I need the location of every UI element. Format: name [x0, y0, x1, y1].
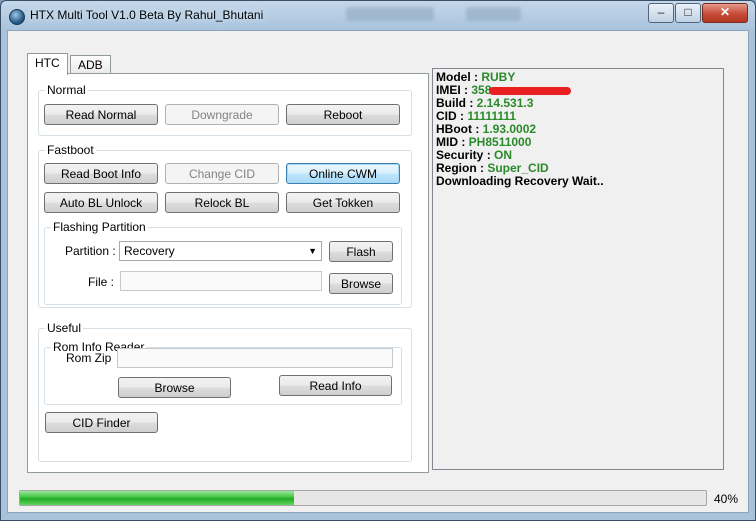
title-bar[interactable]: HTX Multi Tool V1.0 Beta By Rahul_Bhutan…	[1, 1, 755, 31]
auto-bl-unlock-button[interactable]: Auto BL Unlock	[44, 192, 158, 213]
close-button[interactable]: ✕	[702, 3, 748, 23]
change-cid-button[interactable]: Change CID	[165, 163, 279, 184]
tab-htc[interactable]: HTC	[27, 53, 68, 75]
online-cwm-button[interactable]: Online CWM	[286, 163, 400, 184]
dropdown-arrow-icon: ▼	[308, 246, 317, 256]
progress-bar-fill	[20, 491, 295, 505]
read-boot-info-button[interactable]: Read Boot Info	[44, 163, 158, 184]
file-label: File :	[88, 275, 115, 289]
app-icon	[9, 9, 25, 25]
rom-zip-label: Rom Zip	[66, 351, 112, 365]
window-title: HTX Multi Tool V1.0 Beta By Rahul_Bhutan…	[30, 8, 264, 22]
cid-finder-button[interactable]: CID Finder	[45, 412, 158, 433]
rom-zip-input[interactable]	[117, 348, 393, 368]
read-normal-button[interactable]: Read Normal	[44, 104, 158, 125]
partition-label: Partition :	[65, 244, 116, 258]
flashing-partition-title: Flashing Partition	[51, 220, 148, 234]
progress-percent: 40%	[714, 492, 739, 506]
reboot-button[interactable]: Reboot	[286, 104, 400, 125]
downgrade-button[interactable]: Downgrade	[165, 104, 279, 125]
useful-group-title: Useful	[45, 321, 84, 335]
blurred-background-tab	[466, 7, 521, 21]
file-path-input[interactable]	[120, 271, 322, 291]
get-token-button[interactable]: Get Tokken	[286, 192, 400, 213]
partition-select[interactable]: Recovery ▼	[119, 241, 322, 261]
flash-browse-button[interactable]: Browse	[329, 273, 393, 294]
blurred-background-tab	[346, 7, 434, 21]
minimize-button[interactable]: –	[648, 3, 674, 23]
maximize-button[interactable]: □	[675, 3, 701, 23]
device-info-log[interactable]: Model : RUBY IMEI : 358 Build : 2.14.531…	[432, 68, 724, 470]
relock-bl-button[interactable]: Relock BL	[165, 192, 279, 213]
read-info-button[interactable]: Read Info	[279, 375, 392, 396]
tab-adb[interactable]: ADB	[70, 55, 111, 75]
flash-button[interactable]: Flash	[329, 241, 393, 262]
rom-browse-button[interactable]: Browse	[118, 377, 231, 398]
normal-group-title: Normal	[45, 83, 88, 97]
partition-select-value: Recovery	[124, 244, 175, 258]
fastboot-group-title: Fastboot	[45, 143, 96, 157]
log-line-status: Downloading Recovery Wait..	[436, 174, 604, 188]
progress-bar	[19, 490, 707, 506]
imei-redaction-mark	[489, 86, 572, 95]
htc-tab-panel: Normal Read Normal Downgrade Reboot Fast…	[27, 73, 429, 473]
